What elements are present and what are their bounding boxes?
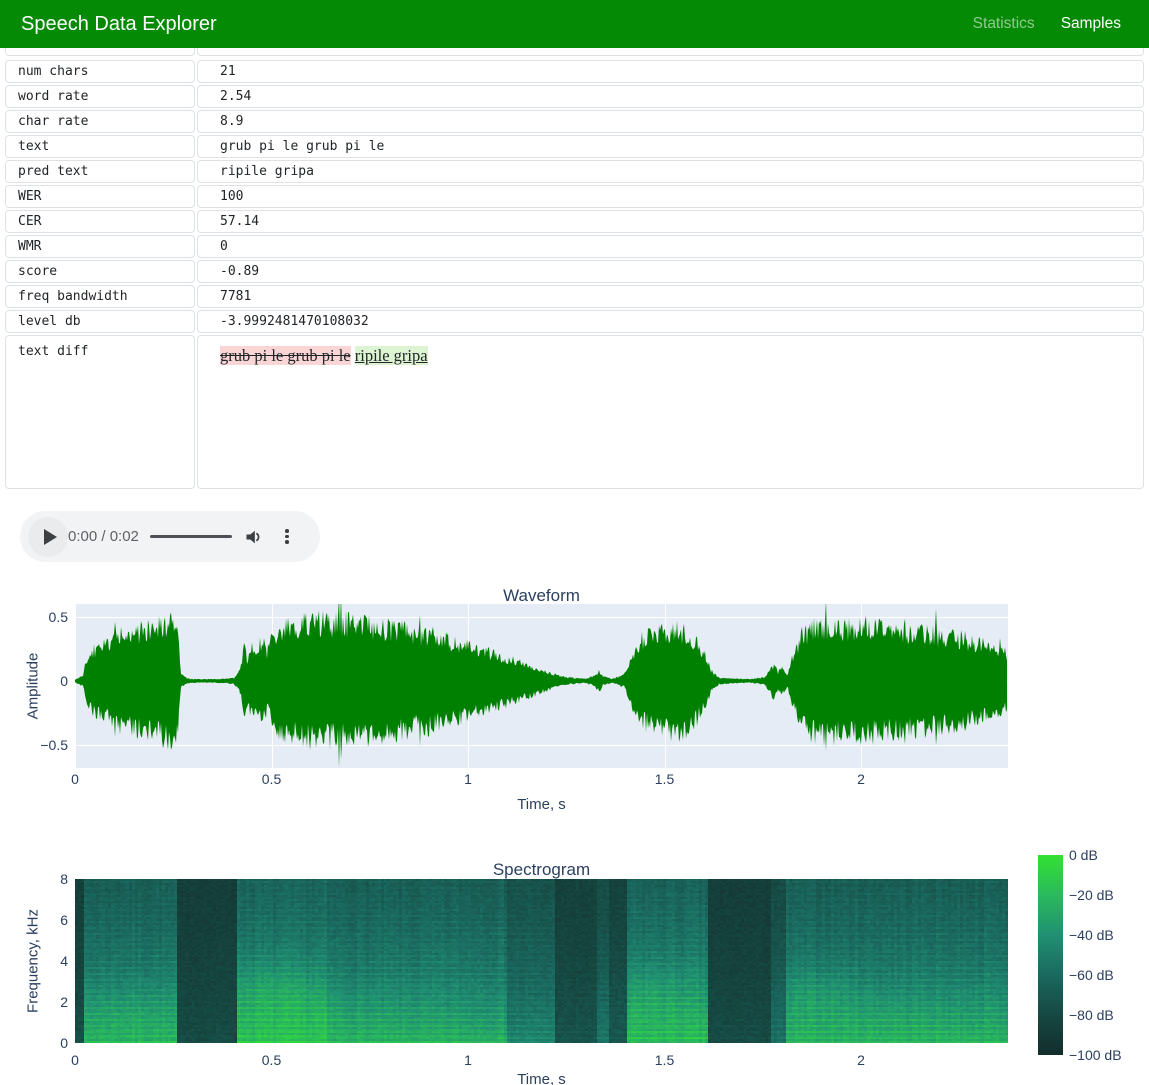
volume-icon[interactable] bbox=[244, 527, 264, 547]
y-tick-label: 4 bbox=[0, 953, 68, 969]
x-tick-label: 1.5 bbox=[655, 1052, 674, 1068]
waveform-title: Waveform bbox=[75, 586, 1008, 606]
field-value: 7781 bbox=[197, 285, 1144, 308]
colorbar-tick-label: −20 dB bbox=[1069, 887, 1114, 903]
colorbar bbox=[1038, 855, 1063, 1055]
field-value bbox=[197, 48, 1144, 56]
x-tick-label: 1 bbox=[464, 771, 472, 787]
nav-item-samples[interactable]: Samples bbox=[1061, 15, 1121, 33]
spectrogram-xlabel: Time, s bbox=[75, 1071, 1008, 1085]
spectrogram-title: Spectrogram bbox=[75, 860, 1008, 880]
field-label: level db bbox=[5, 310, 195, 333]
field-value: ripile gripa bbox=[197, 160, 1144, 183]
field-value: 0 bbox=[197, 235, 1144, 258]
header-nav: Statistics Samples bbox=[973, 0, 1121, 48]
colorbar-tick-label: −100 dB bbox=[1069, 1047, 1122, 1063]
app-header: Speech Data Explorer Statistics Samples bbox=[0, 0, 1149, 48]
field-value: 8.9 bbox=[197, 110, 1144, 133]
field-label: WER bbox=[5, 185, 195, 208]
x-tick-label: 0.5 bbox=[262, 1052, 281, 1068]
field-label: CER bbox=[5, 210, 195, 233]
table-row: textgrub pi le grub pi le bbox=[5, 135, 1144, 158]
table-row: num chars21 bbox=[5, 60, 1144, 83]
sample-fields-table: num chars21word rate2.54char rate8.9text… bbox=[5, 48, 1144, 491]
field-value: 21 bbox=[197, 60, 1144, 83]
table-row: WER100 bbox=[5, 185, 1144, 208]
x-tick-label: 2 bbox=[857, 771, 865, 787]
field-label: text bbox=[5, 135, 195, 158]
field-value: 100 bbox=[197, 185, 1144, 208]
table-row: score-0.89 bbox=[5, 260, 1144, 283]
field-value: -0.89 bbox=[197, 260, 1144, 283]
x-tick-label: 0 bbox=[71, 1052, 79, 1068]
field-label: text diff bbox=[5, 335, 195, 489]
x-tick-label: 1 bbox=[464, 1052, 472, 1068]
table-row: level db-3.9992481470108032 bbox=[5, 310, 1144, 333]
nav-item-statistics[interactable]: Statistics bbox=[973, 15, 1035, 33]
field-label: pred text bbox=[5, 160, 195, 183]
table-row: char rate8.9 bbox=[5, 110, 1144, 133]
audio-player[interactable]: 0:00 / 0:02 bbox=[20, 511, 320, 562]
field-value: grub pi le grub pi le ripile gripa bbox=[197, 335, 1144, 489]
table-row-diff: text diff grub pi le grub pi le ripile gr… bbox=[5, 335, 1144, 489]
field-label: num chars bbox=[5, 60, 195, 83]
table-row: pred textripile gripa bbox=[5, 160, 1144, 183]
table-row: word rate2.54 bbox=[5, 85, 1144, 108]
colorbar-tick-label: −80 dB bbox=[1069, 1007, 1114, 1023]
overflow-menu-icon[interactable] bbox=[282, 527, 292, 546]
table-row-clipped bbox=[5, 48, 1144, 56]
diff-deleted-text: grub pi le grub pi le bbox=[220, 346, 351, 365]
y-tick-label: 0 bbox=[0, 673, 68, 689]
field-value: grub pi le grub pi le bbox=[197, 135, 1144, 158]
y-tick-label: 0 bbox=[0, 1035, 68, 1051]
y-tick-label: 8 bbox=[0, 871, 68, 887]
diff-inserted-text: ripile gripa bbox=[355, 346, 428, 365]
x-tick-label: 0 bbox=[71, 771, 79, 787]
spectrogram-figure: Spectrogram Frequency, kHz Time, s 86420… bbox=[0, 854, 1149, 1085]
text-diff: grub pi le grub pi le ripile gripa bbox=[220, 344, 428, 366]
colorbar-tick-label: 0 dB bbox=[1069, 847, 1098, 863]
page-title: Speech Data Explorer bbox=[21, 0, 217, 48]
audio-time: 0:00 / 0:02 bbox=[68, 511, 139, 562]
waveform-figure: Waveform Amplitude Time, s 0.50−0.500.51… bbox=[0, 580, 1149, 820]
waveform-xlabel: Time, s bbox=[75, 796, 1008, 813]
table-row: WMR0 bbox=[5, 235, 1144, 258]
page: Speech Data Explorer Statistics Samples n… bbox=[0, 0, 1149, 1085]
field-label bbox=[5, 48, 195, 56]
y-tick-label: 2 bbox=[0, 994, 68, 1010]
spectrogram-plot[interactable] bbox=[75, 879, 1008, 1043]
field-value: 2.54 bbox=[197, 85, 1144, 108]
seek-slider[interactable] bbox=[150, 535, 232, 538]
x-tick-label: 2 bbox=[857, 1052, 865, 1068]
y-tick-label: 0.5 bbox=[0, 609, 68, 625]
field-label: freq bandwidth bbox=[5, 285, 195, 308]
y-tick-label: −0.5 bbox=[0, 737, 68, 753]
table-row: freq bandwidth7781 bbox=[5, 285, 1144, 308]
table-row: CER57.14 bbox=[5, 210, 1144, 233]
field-label: score bbox=[5, 260, 195, 283]
x-tick-label: 1.5 bbox=[655, 771, 674, 787]
field-label: WMR bbox=[5, 235, 195, 258]
x-tick-label: 0.5 bbox=[262, 771, 281, 787]
play-icon bbox=[44, 529, 57, 545]
field-value: 57.14 bbox=[197, 210, 1144, 233]
colorbar-tick-label: −60 dB bbox=[1069, 967, 1114, 983]
waveform-plot[interactable] bbox=[75, 604, 1008, 768]
colorbar-tick-label: −40 dB bbox=[1069, 927, 1114, 943]
field-label: word rate bbox=[5, 85, 195, 108]
play-button[interactable] bbox=[28, 517, 68, 557]
field-value: -3.9992481470108032 bbox=[197, 310, 1144, 333]
y-tick-label: 6 bbox=[0, 912, 68, 928]
field-label: char rate bbox=[5, 110, 195, 133]
